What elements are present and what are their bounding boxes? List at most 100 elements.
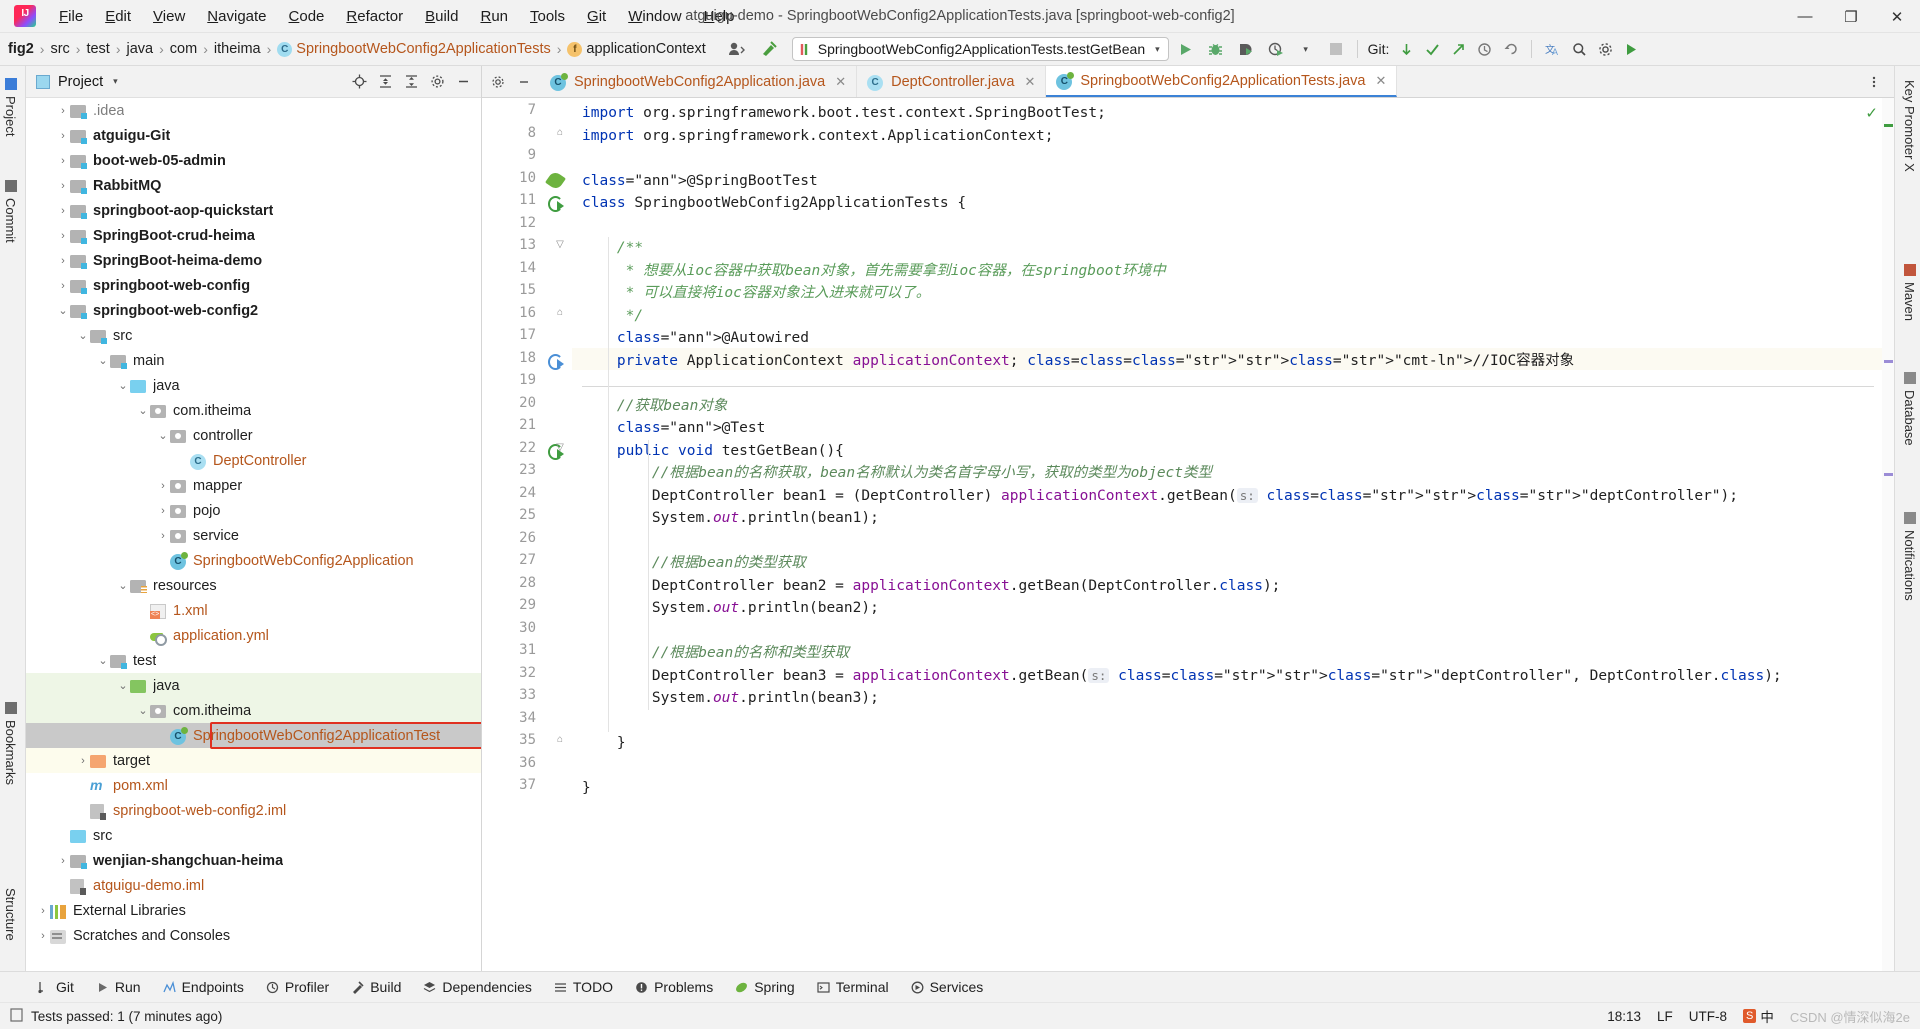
breadcrumb-item-5[interactable]: itheima: [210, 39, 265, 59]
bottom-tool-services[interactable]: Services: [900, 975, 995, 999]
breadcrumb-item-0[interactable]: fig2: [4, 39, 38, 59]
strip-tab-key-promoter[interactable]: Key Promoter X: [1902, 74, 1917, 178]
code-content[interactable]: import org.springframework.boot.test.con…: [572, 98, 1894, 971]
settings-icon[interactable]: [1592, 37, 1618, 61]
breadcrumb-item-1[interactable]: src: [46, 39, 73, 59]
settings-icon[interactable]: [425, 70, 449, 94]
tree-row[interactable]: › springboot-aop-quickstart: [26, 198, 481, 223]
tree-expand-arrow[interactable]: ›: [156, 530, 170, 542]
breadcrumb-item-4[interactable]: com: [166, 39, 201, 59]
breadcrumb-item-7[interactable]: f applicationContext: [563, 39, 709, 59]
menu-run[interactable]: Run: [469, 4, 519, 29]
code-fold-marker[interactable]: ⌂: [554, 307, 566, 318]
close-icon[interactable]: ✕: [835, 74, 846, 90]
profiler-dropdown[interactable]: ▾: [1293, 37, 1319, 61]
tree-row[interactable]: › Scratches and Consoles: [26, 923, 481, 948]
history-icon[interactable]: [1471, 37, 1497, 61]
strip-tab-database[interactable]: Database: [1902, 366, 1917, 452]
menu-file[interactable]: File: [48, 4, 94, 29]
tree-row[interactable]: ⌄ springboot-web-config2: [26, 298, 481, 323]
project-tree[interactable]: › .idea › atguigu-Git › boot-web-05-admin › Rab…: [26, 98, 481, 971]
status-line-separator[interactable]: LF: [1657, 1009, 1673, 1024]
editor-tab[interactable]: C SpringbootWebConfig2Application.java ✕: [540, 66, 858, 97]
menu-edit[interactable]: Edit: [94, 4, 142, 29]
push-icon[interactable]: [1445, 37, 1471, 61]
tree-expand-arrow[interactable]: ›: [56, 855, 70, 867]
status-encoding[interactable]: UTF-8: [1689, 1009, 1727, 1024]
menu-build[interactable]: Build: [414, 4, 469, 29]
tree-row[interactable]: › wenjian-shangchuan-heima: [26, 848, 481, 873]
close-button[interactable]: ✕: [1874, 0, 1920, 33]
tree-expand-arrow[interactable]: ›: [56, 255, 70, 267]
tree-expand-arrow[interactable]: ›: [56, 280, 70, 292]
tab-settings-icon[interactable]: [486, 70, 510, 94]
make-icon[interactable]: [756, 37, 782, 61]
tree-expand-arrow[interactable]: ⌄: [156, 429, 170, 442]
close-icon[interactable]: ✕: [1024, 74, 1035, 90]
ime-indicator[interactable]: S 中: [1743, 1006, 1774, 1026]
menu-window[interactable]: Window: [617, 4, 692, 29]
bottom-tool-problems[interactable]: Problems: [624, 975, 724, 999]
editor-tab[interactable]: C DeptController.java ✕: [857, 66, 1047, 97]
bottom-tool-git[interactable]: Git: [26, 975, 85, 999]
tree-expand-arrow[interactable]: ›: [76, 755, 90, 767]
tree-expand-arrow[interactable]: ›: [36, 930, 50, 942]
strip-tab-commit[interactable]: Commit: [3, 174, 18, 249]
tree-row[interactable]: src: [26, 823, 481, 848]
chevron-down-icon[interactable]: ▾: [113, 76, 118, 87]
ide-actions-icon[interactable]: [1618, 37, 1644, 61]
code-fold-marker[interactable]: ⌂: [554, 127, 566, 138]
user-avatar-icon[interactable]: [724, 37, 750, 61]
tree-expand-arrow[interactable]: ⌄: [116, 579, 130, 592]
tree-row[interactable]: › target: [26, 748, 481, 773]
update-project-icon[interactable]: [1393, 37, 1419, 61]
tree-row[interactable]: › SpringBoot-crud-heima: [26, 223, 481, 248]
tree-row[interactable]: ⌄ com.itheima: [26, 398, 481, 423]
menu-code[interactable]: Code: [278, 4, 336, 29]
menu-help[interactable]: Help: [693, 4, 746, 29]
locate-icon[interactable]: [347, 70, 371, 94]
tree-expand-arrow[interactable]: ⌄: [136, 404, 150, 417]
breadcrumb-item-2[interactable]: test: [82, 39, 113, 59]
tree-row[interactable]: › pojo: [26, 498, 481, 523]
bottom-tool-build[interactable]: Build: [340, 975, 412, 999]
more-options-icon[interactable]: [1862, 70, 1886, 94]
bottom-tool-todo[interactable]: TODO: [543, 975, 624, 999]
tree-row[interactable]: ⌄ test: [26, 648, 481, 673]
menu-refactor[interactable]: Refactor: [335, 4, 414, 29]
tree-expand-arrow[interactable]: ›: [56, 230, 70, 242]
run-test-icon[interactable]: [548, 195, 564, 212]
breadcrumb-item-3[interactable]: java: [123, 39, 158, 59]
rollback-icon[interactable]: [1497, 37, 1523, 61]
tree-expand-arrow[interactable]: ›: [36, 905, 50, 917]
profile-button[interactable]: [1263, 37, 1289, 61]
search-icon[interactable]: [1566, 37, 1592, 61]
bean-navigate-icon[interactable]: [548, 353, 564, 370]
run-configuration-selector[interactable]: SpringbootWebConfig2ApplicationTests.tes…: [791, 37, 1169, 61]
bottom-tool-terminal[interactable]: Terminal: [806, 975, 900, 999]
tree-expand-arrow[interactable]: ›: [56, 105, 70, 117]
stop-button[interactable]: [1323, 37, 1349, 61]
tree-row[interactable]: ⌄ java: [26, 673, 481, 698]
tree-row[interactable]: atguigu-demo.iml: [26, 873, 481, 898]
tree-row[interactable]: application.yml: [26, 623, 481, 648]
tree-row[interactable]: › SpringBoot-heima-demo: [26, 248, 481, 273]
commit-icon[interactable]: [1419, 37, 1445, 61]
code-fold-marker[interactable]: ▽: [554, 239, 566, 250]
tree-expand-arrow[interactable]: ›: [56, 130, 70, 142]
tree-expand-arrow[interactable]: ⌄: [116, 379, 130, 392]
expand-all-icon[interactable]: [399, 70, 423, 94]
hide-icon[interactable]: [451, 70, 475, 94]
tree-row[interactable]: ⌄ resources: [26, 573, 481, 598]
tree-row[interactable]: › .idea: [26, 98, 481, 123]
tree-row[interactable]: C SpringbootWebConfig2Application: [26, 548, 481, 573]
tree-row[interactable]: ⌄ controller: [26, 423, 481, 448]
tree-row[interactable]: C DeptController: [26, 448, 481, 473]
editor-tab[interactable]: C SpringbootWebConfig2ApplicationTests.ja…: [1046, 66, 1398, 97]
tree-row[interactable]: 1.xml: [26, 598, 481, 623]
tree-row[interactable]: › RabbitMQ: [26, 173, 481, 198]
tree-expand-arrow[interactable]: ⌄: [96, 354, 110, 367]
tree-expand-arrow[interactable]: ›: [56, 180, 70, 192]
tree-row[interactable]: springboot-web-config2.iml: [26, 798, 481, 823]
strip-tab-structure[interactable]: Structure: [3, 882, 18, 947]
